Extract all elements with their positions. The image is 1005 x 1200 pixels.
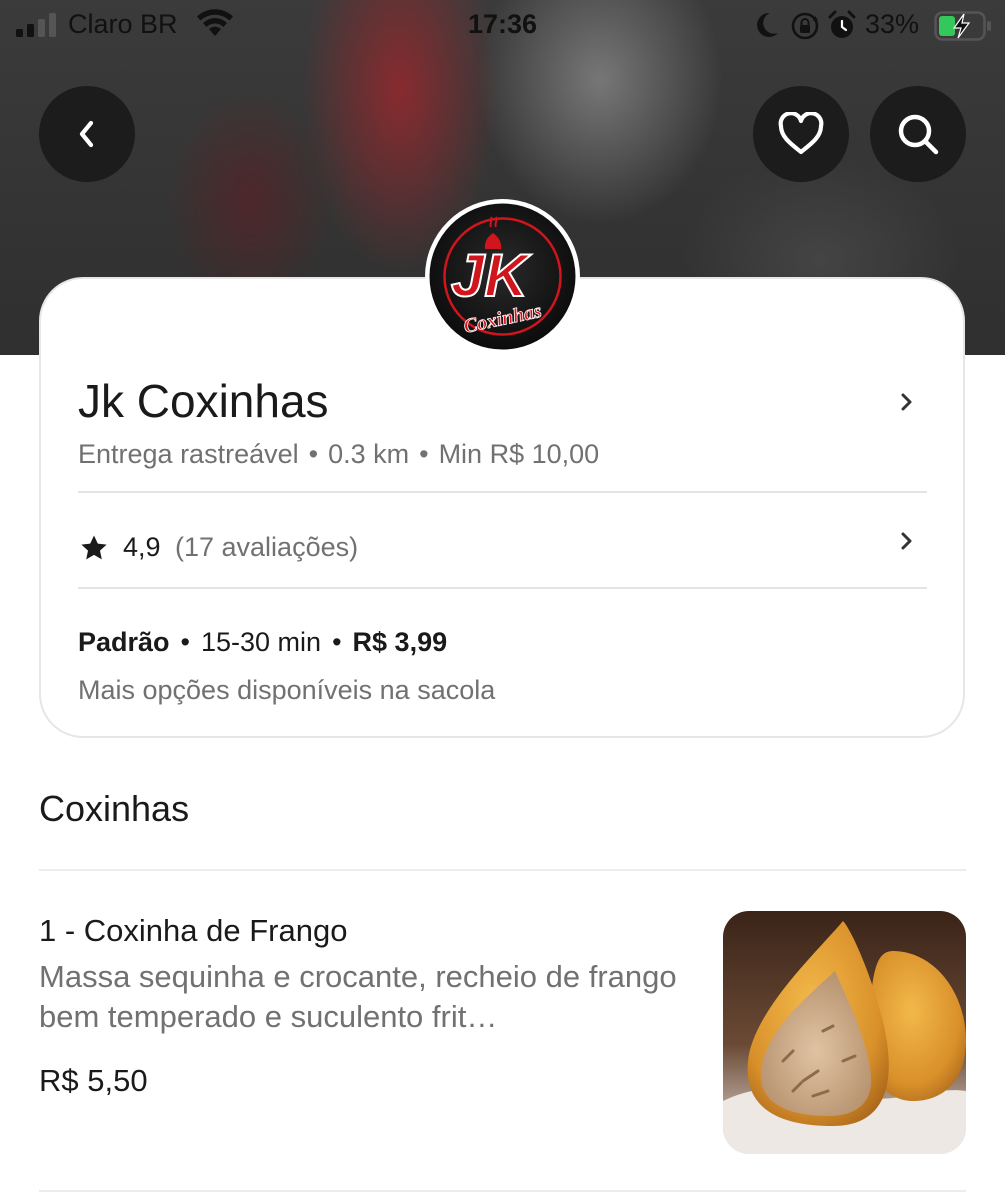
store-logo: JK Coxinhas <box>425 199 580 354</box>
logo-text: JK <box>451 242 531 309</box>
review-count: (17 avaliações) <box>175 532 359 562</box>
separator-dot: • <box>308 439 319 469</box>
store-distance: 0.3 km <box>328 439 410 469</box>
delivery-option: Padrão • 15-30 min • R$ 3,99 <box>78 627 447 658</box>
store-details-chevron-icon[interactable] <box>897 388 917 416</box>
menu-item-name: 1 - Coxinha de Frango <box>39 913 348 948</box>
delivery-options-note: Mais opções disponíveis na sacola <box>78 675 496 705</box>
menu-section-title: Coxinhas <box>39 788 190 829</box>
divider <box>78 587 927 589</box>
reviews-chevron-icon[interactable] <box>897 527 917 555</box>
divider <box>39 869 966 871</box>
rotation-lock-icon <box>791 12 819 40</box>
star-icon <box>81 535 107 560</box>
battery-charging-icon <box>934 11 991 41</box>
moon-icon <box>757 12 778 37</box>
menu-item-card[interactable]: 1 - Coxinha de Frango Massa sequinha e c… <box>0 880 1005 1180</box>
favorite-button[interactable] <box>753 86 849 182</box>
alarm-icon <box>828 10 856 38</box>
store-meta: Entrega rastreável • 0.3 km • Min R$ 10,00 <box>78 439 599 470</box>
search-button[interactable] <box>870 86 966 182</box>
menu-item-price: R$ 5,50 <box>39 1063 148 1098</box>
menu-item-description: Massa sequinha e crocante, recheio de fr… <box>39 959 677 1034</box>
delivery-time: 15-30 min <box>201 627 322 657</box>
status-bar: Claro BR 17:36 33% <box>0 0 1005 52</box>
divider <box>39 1190 966 1192</box>
separator-dot: • <box>332 627 342 657</box>
heart-icon <box>778 112 824 155</box>
store-name: Jk Coxinhas <box>78 375 329 427</box>
chevron-left-icon <box>79 120 94 148</box>
delivery-type: Entrega rastreável <box>78 439 299 469</box>
menu-item-image <box>723 911 966 1154</box>
divider <box>78 491 927 493</box>
delivery-option-label: Padrão <box>78 627 170 657</box>
separator-dot: • <box>180 627 190 657</box>
back-button[interactable] <box>39 86 135 182</box>
search-icon <box>898 114 939 155</box>
battery-percentage: 33% <box>865 9 920 39</box>
delivery-fee: R$ 3,99 <box>352 627 448 657</box>
rating-value: 4,9 <box>123 532 161 562</box>
separator-dot: • <box>419 439 429 469</box>
minimum-order: Min R$ 10,00 <box>438 439 600 469</box>
